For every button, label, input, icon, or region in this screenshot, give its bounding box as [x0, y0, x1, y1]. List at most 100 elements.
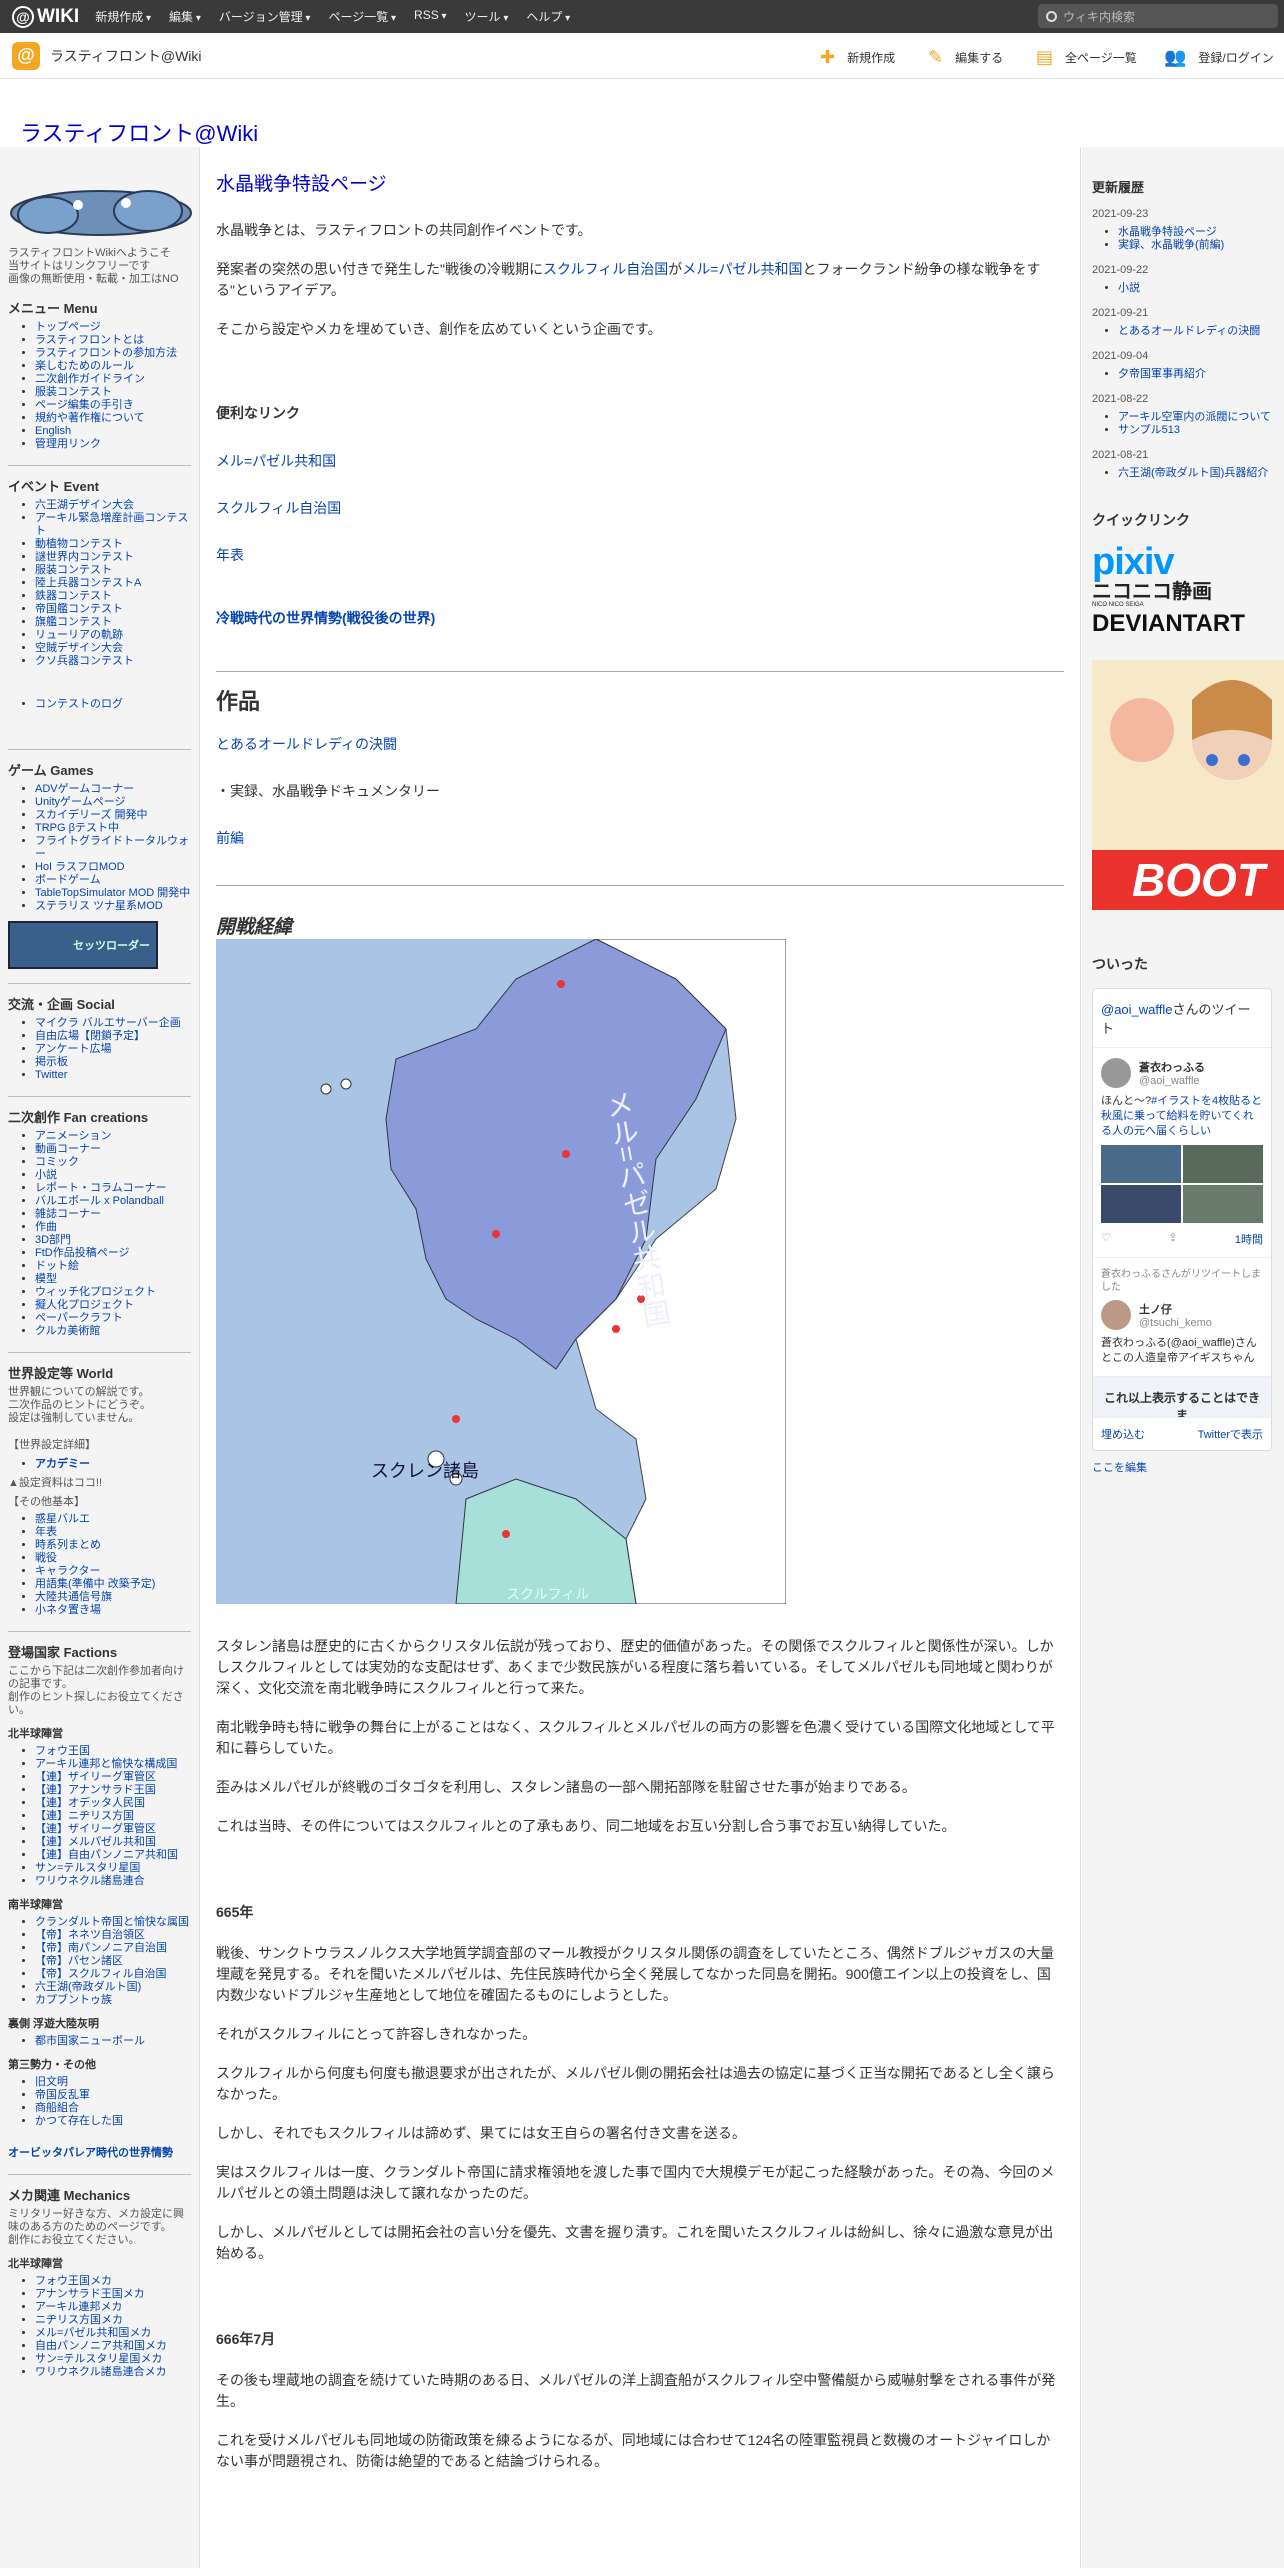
fan-link[interactable]: レポート・コラムコーナー [35, 1182, 167, 1194]
north-link[interactable]: 【連】ザイリーグ軍管区 [35, 1771, 156, 1783]
history-link[interactable]: 六王湖(帝政ダルト国)兵器紹介 [1118, 467, 1268, 479]
history-link[interactable]: 水晶戦争特設ページ [1118, 226, 1217, 238]
mech-link[interactable]: 自由パンノニア共和国メカ [35, 2340, 167, 2352]
game-link[interactable]: ADVゲームコーナー [35, 783, 134, 795]
game-link[interactable]: ボードゲーム [35, 874, 101, 886]
basics-link[interactable]: 大陸共通信号旗 [35, 1591, 112, 1603]
work-part1-link[interactable]: 前編 [216, 830, 244, 846]
fan-link[interactable]: 作曲 [35, 1221, 57, 1233]
fan-link[interactable]: 3D部門 [35, 1234, 71, 1246]
booth-banner[interactable]: BOOT [1092, 660, 1284, 910]
event-link[interactable]: 六王湖デザイン大会 [35, 499, 134, 511]
third-link[interactable]: 旧文明 [35, 2076, 68, 2088]
mech-link[interactable]: アーキル連邦メカ [35, 2301, 122, 2313]
melpazel-link[interactable]: メル=パゼル共和国 [216, 453, 336, 469]
menu-rss[interactable]: RSS [414, 8, 447, 25]
world-situation-link[interactable]: 冷戦時代の世界情勢(戦役後の世界) [216, 610, 435, 626]
game-link[interactable]: ステラリス ツナ星系MOD [35, 900, 163, 912]
menu-help[interactable]: ヘルプ [526, 8, 570, 25]
social-link[interactable]: 掲示板 [35, 1056, 68, 1068]
south-link[interactable]: 【帝】ネネツ自治領区 [35, 1929, 145, 1941]
tweet-images[interactable] [1101, 1145, 1263, 1223]
fan-link[interactable]: 小説 [35, 1169, 57, 1181]
menu-link[interactable]: 楽しむためのルール [35, 360, 134, 372]
event-link[interactable]: 旗艦コンテスト [35, 616, 112, 628]
fan-link[interactable]: 擬人化プロジェクト [35, 1299, 134, 1311]
fan-link[interactable]: ウィッチ化プロジェクト [35, 1286, 156, 1298]
view-on-twitter-link[interactable]: Twitterで表示 [1198, 1426, 1263, 1442]
basics-link[interactable]: 時系列まとめ [35, 1539, 101, 1551]
heart-icon[interactable]: ♡ [1101, 1231, 1111, 1247]
edit-here-link[interactable]: ここを編集 [1092, 1462, 1147, 1474]
chronology-link[interactable]: 年表 [216, 547, 244, 563]
mech-link[interactable]: ニヂリス方国メカ [35, 2314, 123, 2326]
north-link[interactable]: 【連】ニヂリス方国 [35, 1810, 134, 1822]
pixiv-link[interactable]: pixiv [1092, 543, 1274, 581]
fan-link[interactable]: 模型 [35, 1273, 57, 1285]
share-icon[interactable]: ⇪ [1168, 1231, 1177, 1247]
event-link[interactable]: アーキル緊急増産計画コンテスト [35, 512, 188, 537]
embed-link[interactable]: 埋め込む [1101, 1426, 1145, 1442]
event-link[interactable]: 鉄器コンテスト [35, 590, 112, 602]
north-link[interactable]: アーキル連邦と愉快な構成国 [35, 1758, 177, 1770]
third-link[interactable]: かつて存在した国 [35, 2115, 123, 2127]
nico-link[interactable]: ニコニコ静画 NICO NICO SEIGA [1092, 582, 1274, 608]
fan-link[interactable]: バルエボール x Polandball [35, 1195, 164, 1207]
north-link[interactable]: フォウ王国 [35, 1745, 90, 1757]
menu-link[interactable]: トップページ [35, 321, 101, 333]
edit-button[interactable]: ✎ 編集する [928, 47, 1003, 68]
south-link[interactable]: カプブントゥ族 [35, 1994, 112, 2006]
third-link[interactable]: 帝国反乱軍 [35, 2089, 90, 2101]
fan-link[interactable]: コミック [35, 1156, 79, 1168]
menu-link[interactable]: English [35, 425, 71, 437]
menu-new[interactable]: 新規作成 [95, 8, 151, 25]
south-link[interactable]: 【帝】スクルフィル自治国 [35, 1968, 166, 1980]
fan-link[interactable]: ペーパークラフト [35, 1312, 123, 1324]
basics-link[interactable]: キャラクター [35, 1565, 101, 1577]
wiki-logo[interactable]: @ WIKI [0, 0, 87, 33]
academy-link[interactable]: アカデミー [35, 1458, 90, 1470]
fan-link[interactable]: FtD作品投稿ページ [35, 1247, 130, 1259]
event-log-link[interactable]: コンテストのログ [35, 698, 123, 710]
basics-link[interactable]: 戦役 [35, 1552, 57, 1564]
menu-pages[interactable]: ページ一覧 [328, 8, 396, 25]
fan-link[interactable]: 雑誌コーナー [35, 1208, 101, 1220]
event-link[interactable]: 帝国艦コンテスト [35, 603, 123, 615]
skrufil-inline-link[interactable]: スクルフィル自治国 [543, 261, 668, 277]
menu-link[interactable]: 二次創作ガイドライン [35, 373, 145, 385]
game-link[interactable]: フライトグライドトータルウォー [35, 835, 189, 860]
mech-link[interactable]: アナンサラド王国メカ [35, 2288, 145, 2300]
site-brand[interactable]: @ ラスティフロント@Wiki [12, 41, 202, 70]
north-link[interactable]: 【連】アナンサラド王国 [35, 1784, 156, 1796]
menu-link[interactable]: ラスティフロントの参加方法 [35, 347, 177, 359]
show-more[interactable]: これ以上表示することはできま [1093, 1377, 1271, 1417]
north-link[interactable]: 【連】メルパゼル共和国 [35, 1836, 156, 1848]
tweet-time[interactable]: 1時間 [1235, 1231, 1263, 1247]
audit-link[interactable]: オービッタパレア時代の世界情勢 [8, 2147, 173, 2159]
mech-link[interactable]: ワリウネクル諸島連合メカ [35, 2366, 167, 2378]
social-link[interactable]: マイクラ バルエサーバー企画 [35, 1017, 181, 1029]
event-link[interactable]: クソ兵器コンテスト [35, 655, 134, 667]
all-pages-button[interactable]: ▤ 全ページ一覧 [1036, 47, 1137, 68]
menu-version[interactable]: バージョン管理 [219, 8, 311, 25]
menu-link[interactable]: ページ編集の手引き [35, 399, 134, 411]
event-link[interactable]: 陸上兵器コンテストA [35, 577, 141, 589]
history-link[interactable]: サンプル513 [1118, 424, 1180, 436]
north-link[interactable]: ワリウネクル諸島連合 [35, 1875, 145, 1887]
melpazel-inline-link[interactable]: メル=パゼル共和国 [682, 261, 802, 277]
fan-link[interactable]: ドット絵 [35, 1260, 79, 1272]
history-link[interactable]: 夕帝国軍事再紹介 [1118, 368, 1206, 380]
game-link[interactable]: TableTopSimulator MOD 開発中 [35, 887, 190, 899]
event-link[interactable]: リューリアの軌跡 [35, 629, 123, 641]
social-link[interactable]: Twitter [35, 1069, 67, 1081]
menu-edit[interactable]: 編集 [169, 8, 201, 25]
north-link[interactable]: 【連】自由パンノニア共和国 [35, 1849, 178, 1861]
game-link[interactable]: スカイデリーズ 開発中 [35, 809, 148, 821]
basics-link[interactable]: 用語集(準備中 改築予定) [35, 1578, 155, 1590]
tweet[interactable]: 蒼衣わっふる @aoi_waffle ほんと～?#イラストを4枚貼ると秋風に乗って… [1093, 1048, 1271, 1258]
south-link[interactable]: 六王湖(帝政ダルト国) [35, 1981, 141, 1993]
event-link[interactable]: 謎世界内コンテスト [35, 551, 134, 563]
basics-link[interactable]: 小ネタ置き場 [35, 1604, 101, 1616]
fan-link[interactable]: クルカ美術館 [35, 1325, 100, 1337]
event-link[interactable]: 動植物コンテスト [35, 538, 123, 550]
